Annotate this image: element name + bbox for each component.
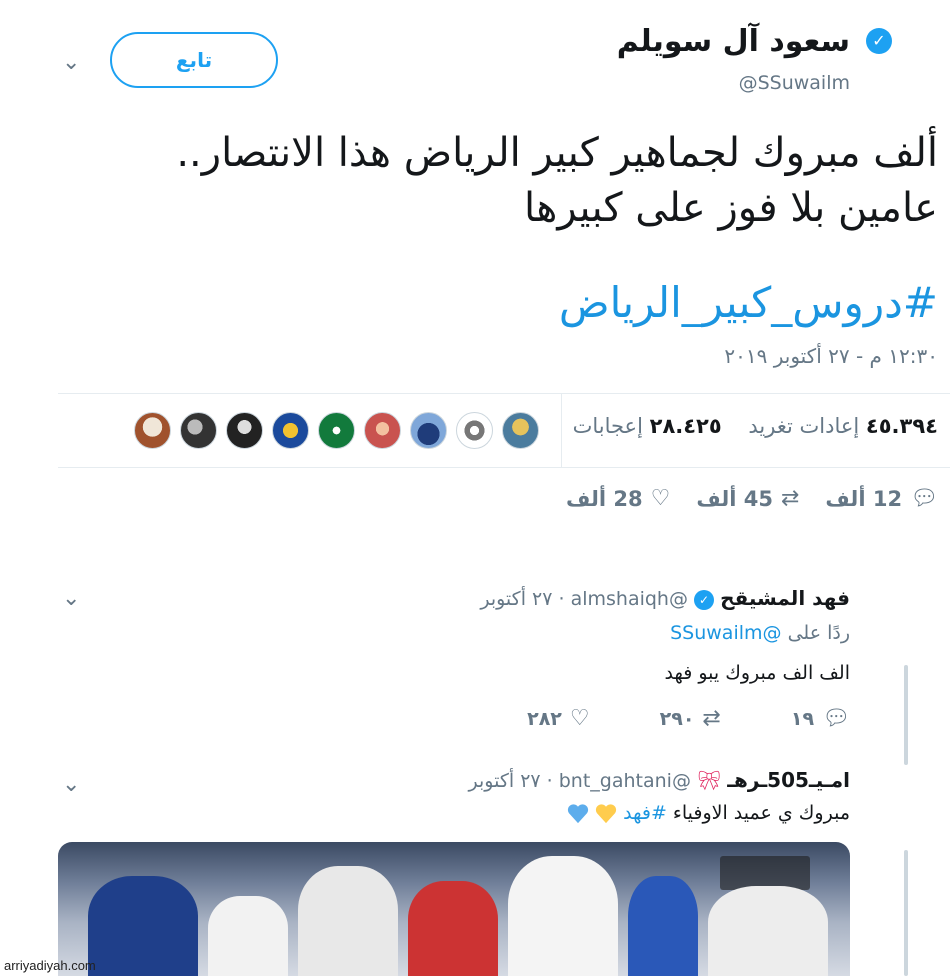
blue-heart-icon	[567, 803, 589, 823]
crowd-figure	[298, 866, 398, 976]
like-count: ٢٨٢	[527, 707, 562, 730]
follow-button[interactable]: تابع	[110, 32, 278, 88]
reply-author-name[interactable]: فهد المشيقح	[720, 586, 850, 610]
crowd-figure	[508, 856, 618, 976]
avatar[interactable]	[456, 412, 493, 449]
crowd-figure	[408, 881, 498, 976]
stats-row: ٤٥.٣٩٤ إعادات تغريد ٢٨.٤٢٥ إعجابات	[573, 414, 938, 438]
scoreboard-overlay	[720, 856, 810, 890]
tweet-hashtag[interactable]: #دروس_كبير_الرياض	[559, 278, 938, 327]
reply-action-bar: 💬︎ ١٩ ⇄ ٢٩٠ ♡ ٢٨٢	[527, 706, 850, 731]
like-button[interactable]: ♡ ٢٨٢	[527, 706, 590, 731]
tweet-text-line: ألف مبروك لجماهير كبير الرياض هذا الانتص…	[176, 130, 938, 176]
retweet-button[interactable]: ⇄ ٢٩٠	[660, 706, 721, 731]
avatar[interactable]	[502, 412, 539, 449]
author-handle[interactable]: @SSuwailm	[739, 72, 850, 94]
reply-button[interactable]: 💬︎ ١٩	[791, 706, 850, 731]
chevron-down-icon[interactable]: ⌄	[62, 772, 80, 797]
heart-icon: ♡	[569, 706, 590, 731]
watermark: arriyadiyah.com	[4, 958, 96, 973]
retweets-label: إعادات تغريد	[748, 414, 860, 438]
verified-icon: ✓	[866, 28, 892, 54]
avatar[interactable]	[318, 412, 355, 449]
reply-icon: 💬︎	[822, 706, 850, 731]
replying-to: ردًا على @SSuwailm	[670, 622, 850, 644]
yellow-heart-icon	[595, 803, 617, 823]
retweet-count: ٢٩٠	[659, 707, 695, 730]
crowd-figure	[88, 876, 198, 976]
avatar[interactable]	[410, 412, 447, 449]
retweet-button[interactable]: ⇄ 45 ألف	[696, 486, 799, 511]
reply-text: الف الف مبروك يبو فهد	[664, 662, 850, 684]
reply-header: امـيـ505ـرهـ 🎀︎ @bnt_gahtani · ٢٧ أكتوبر	[468, 768, 850, 792]
retweet-count: 45 ألف	[696, 486, 773, 511]
verified-icon: ✓	[694, 589, 715, 610]
retweets-stat[interactable]: ٤٥.٣٩٤ إعادات تغريد	[748, 414, 938, 438]
reply-count: ١٩	[790, 707, 815, 730]
action-bar: 💬︎ 12 ألف ⇄ 45 ألف ♡ 28 ألف	[566, 486, 938, 511]
divider	[58, 467, 950, 468]
crowd-figure	[628, 876, 698, 976]
liker-avatars	[134, 412, 539, 449]
tweet-text-line: عامين بلا فوز على كبيرها	[524, 185, 938, 231]
thread-line	[904, 850, 908, 976]
crowd-figure	[708, 886, 828, 976]
reply-text: مبروك ي عميد الاوفياء #فهد	[567, 802, 850, 824]
retweet-icon: ⇄	[702, 706, 721, 731]
retweet-icon: ⇄	[780, 486, 800, 511]
avatar[interactable]	[180, 412, 217, 449]
divider	[58, 393, 950, 394]
avatar[interactable]	[134, 412, 171, 449]
reply-author-handle[interactable]: @bnt_gahtani	[559, 770, 691, 792]
thread-line	[904, 665, 908, 765]
chevron-down-icon[interactable]: ⌄	[62, 50, 80, 75]
crowd-figure	[208, 896, 288, 976]
author-name[interactable]: سعود آل سويلم	[617, 24, 850, 59]
reply-date[interactable]: ٢٧ أكتوبر	[469, 770, 541, 792]
divider	[561, 394, 562, 468]
tweet-text: ألف مبروك لجماهير كبير الرياض هذا الانتص…	[58, 126, 938, 236]
reply-count: 12 ألف	[825, 486, 903, 511]
like-button[interactable]: ♡ 28 ألف	[566, 486, 670, 511]
heart-icon: ♡	[650, 486, 671, 511]
likes-count: ٢٨.٤٢٥	[649, 414, 722, 438]
chevron-down-icon[interactable]: ⌄	[62, 586, 80, 611]
reply-button[interactable]: 💬︎ 12 ألف	[825, 486, 938, 511]
reply-text-body: مبروك ي عميد الاوفياء	[672, 802, 850, 824]
avatar[interactable]	[226, 412, 263, 449]
reply-date[interactable]: ٢٧ أكتوبر	[480, 588, 552, 610]
replying-to-link[interactable]: @SSuwailm	[670, 622, 781, 644]
reply-icon: 💬︎	[910, 486, 938, 511]
reply-header: فهد المشيقح ✓ @almshaiqh · ٢٧ أكتوبر	[480, 586, 850, 610]
retweets-count: ٤٥.٣٩٤	[865, 414, 938, 438]
ribbon-icon: 🎀︎	[697, 770, 722, 792]
likes-stat[interactable]: ٢٨.٤٢٥ إعجابات	[573, 414, 722, 438]
reply-hashtag[interactable]: #فهد	[623, 802, 667, 824]
reply-author-name[interactable]: امـيـ505ـرهـ	[727, 768, 850, 792]
avatar[interactable]	[364, 412, 401, 449]
tweet-timestamp[interactable]: ١٢:٣٠ م - ٢٧ أكتوبر ٢٠١٩	[724, 344, 938, 368]
likes-label: إعجابات	[572, 414, 643, 438]
avatar[interactable]	[272, 412, 309, 449]
like-count: 28 ألف	[565, 486, 643, 511]
replying-prefix: ردًا على	[787, 622, 850, 644]
media-image[interactable]	[58, 842, 850, 976]
reply-author-handle[interactable]: @almshaiqh	[571, 588, 688, 610]
